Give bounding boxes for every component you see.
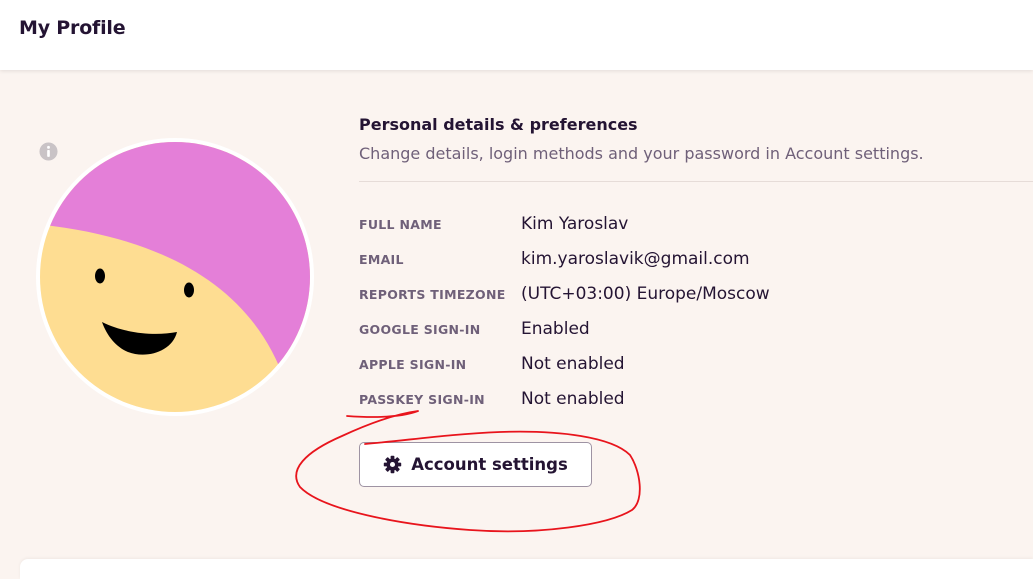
gear-icon [383,455,402,474]
detail-row-full-name: FULL NAME Kim Yaroslav [359,206,1019,241]
detail-row-apple-sign-in: APPLE SIGN-IN Not enabled [359,346,1019,381]
detail-label: FULL NAME [359,217,442,232]
detail-label: PASSKEY SIGN-IN [359,392,485,407]
page-title: My Profile [19,17,126,39]
top-bar: My Profile [0,0,1033,70]
detail-value: kim.yaroslavik@gmail.com [521,249,750,269]
next-card [20,559,1033,579]
section-title: Personal details & preferences [359,115,638,134]
detail-row-reports-timezone: REPORTS TIMEZONE (UTC+03:00) Europe/Mosc… [359,276,1019,311]
account-settings-label: Account settings [411,455,568,474]
section-subtitle: Change details, login methods and your p… [359,144,924,163]
divider [359,181,1033,182]
detail-value: Not enabled [521,389,625,409]
detail-row-email: EMAIL kim.yaroslavik@gmail.com [359,241,1019,276]
account-settings-button[interactable]: Account settings [359,442,592,487]
profile-details: FULL NAME Kim Yaroslav EMAIL kim.yarosla… [359,206,1019,416]
detail-row-google-sign-in: GOOGLE SIGN-IN Enabled [359,311,1019,346]
detail-value: Enabled [521,319,590,339]
detail-row-passkey-sign-in: PASSKEY SIGN-IN Not enabled [359,381,1019,416]
detail-label: EMAIL [359,252,404,267]
detail-value: Not enabled [521,354,625,374]
detail-label: GOOGLE SIGN-IN [359,322,481,337]
detail-label: REPORTS TIMEZONE [359,287,506,302]
avatar[interactable] [36,138,314,416]
detail-label: APPLE SIGN-IN [359,357,467,372]
detail-value: (UTC+03:00) Europe/Moscow [521,284,770,304]
detail-value: Kim Yaroslav [521,214,629,234]
